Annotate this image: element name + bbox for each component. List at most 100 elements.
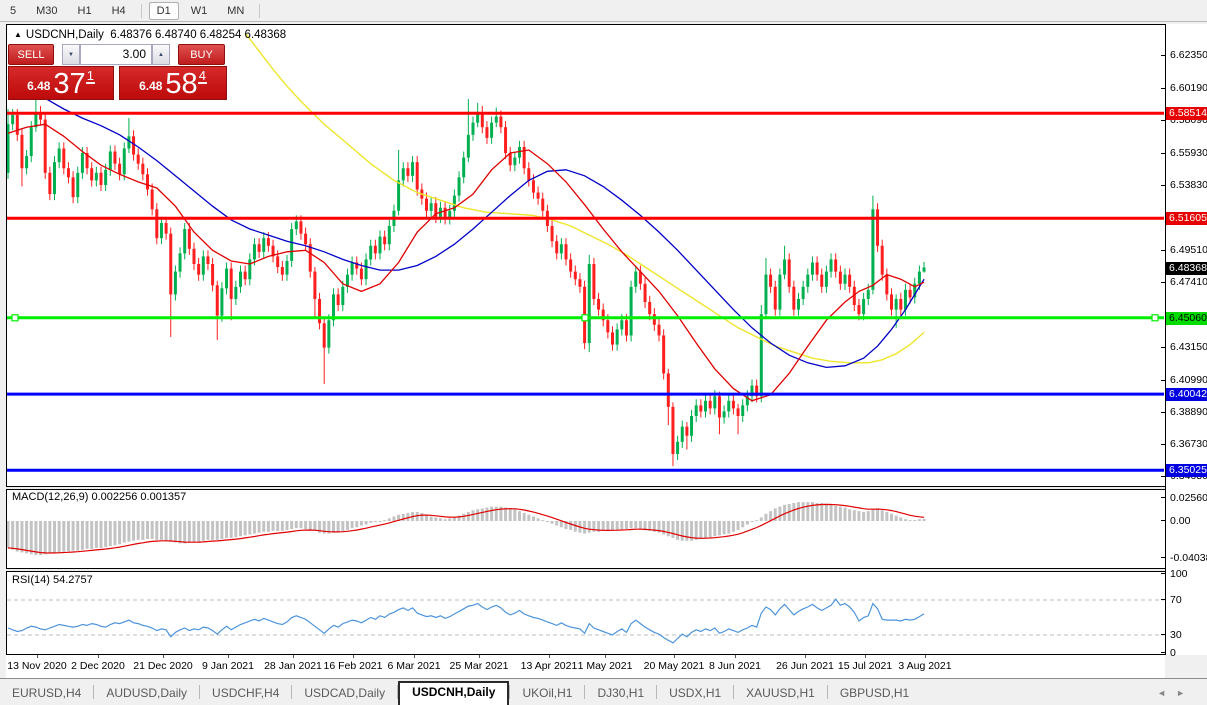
timeframe-button-d1[interactable]: D1 <box>149 2 179 20</box>
price-badge-6.40042: 6.40042 <box>1166 388 1207 401</box>
volume-increase-button[interactable]: ▲ <box>152 44 170 65</box>
tab-scroll-left-icon[interactable]: ◄ <box>1157 688 1176 698</box>
tab-audusd[interactable]: AUDUSD,Daily <box>94 683 199 705</box>
timeframe-button-w1[interactable]: W1 <box>183 2 216 20</box>
buy-price-sup: 4 <box>198 70 207 84</box>
date-tick-mark <box>293 655 294 658</box>
timeframe-button-h1[interactable]: H1 <box>70 2 100 20</box>
price-tick-mark <box>1161 153 1165 154</box>
rsi-tick-mark <box>1161 634 1165 635</box>
date-tick-mark <box>549 655 550 658</box>
date-label: 26 Jun 2021 <box>776 660 834 672</box>
one-click-trading-panel: SELL ▼ 3.00 ▲ BUY 6.48 37 1 6.48 58 4 <box>8 44 227 100</box>
timeframe-button-mn[interactable]: MN <box>219 2 252 20</box>
date-tick-mark <box>865 655 866 658</box>
price-tick-mark <box>1161 476 1165 477</box>
price-tick-mark <box>1161 120 1165 121</box>
candles <box>7 99 926 466</box>
tab-dj30[interactable]: DJ30,H1 <box>585 683 656 705</box>
date-tick-mark <box>98 655 99 658</box>
price-badge-6.48368: 6.48368 <box>1166 262 1207 275</box>
mt4-terminal: { "toolbar": { "buttons": [ {"label":"5"… <box>0 0 1207 705</box>
date-tick-mark <box>37 655 38 658</box>
price-badge-6.58514: 6.58514 <box>1166 107 1207 120</box>
price-tick-label: 6.62350 <box>1170 49 1207 61</box>
price-tick-label: 6.36730 <box>1170 438 1207 450</box>
date-tick-mark <box>479 655 480 658</box>
ma-medium-blue <box>8 77 924 367</box>
price-tick-label: 6.55930 <box>1170 147 1207 159</box>
date-tick-mark <box>163 655 164 658</box>
price-tick-label: 6.53830 <box>1170 179 1207 191</box>
date-label: 6 Mar 2021 <box>387 660 440 672</box>
tab-eurusd[interactable]: EURUSD,H4 <box>0 683 93 705</box>
chart-title: ▲USDCNH,Daily 6.48376 6.48740 6.48254 6.… <box>14 29 286 41</box>
volume-input[interactable]: 3.00 <box>80 44 152 65</box>
tab-usdcnh[interactable]: USDCNH,Daily <box>398 681 509 705</box>
macd-axis-label: -0.04038 <box>1170 552 1207 564</box>
price-tick-label: 6.43150 <box>1170 341 1207 353</box>
price-tick-mark <box>1161 250 1165 251</box>
rsi-axis-label: 30 <box>1170 629 1182 641</box>
timeframe-button-h4[interactable]: H4 <box>104 2 134 20</box>
ma-fast-red <box>8 124 924 401</box>
hline-handle[interactable] <box>1152 315 1158 321</box>
sell-button[interactable]: SELL <box>8 44 54 65</box>
tab-scroll-arrows: ◄► <box>1157 688 1195 698</box>
price-badge-6.35025: 6.35025 <box>1166 464 1207 477</box>
timeframe-toolbar: 5M30 H1H4 D1W1MN <box>0 0 1207 22</box>
rsi-tick-mark <box>1161 652 1165 653</box>
buy-price-small: 6.48 <box>139 75 162 97</box>
date-label: 16 Feb 2021 <box>324 660 383 672</box>
date-label: 13 Apr 2021 <box>521 660 578 672</box>
spacer <box>170 44 178 65</box>
macd-label: MACD(12,26,9) 0.002256 0.001357 <box>12 491 186 503</box>
macd-histogram <box>7 502 926 555</box>
date-tick-mark <box>925 655 926 658</box>
rsi-axis-label: 70 <box>1170 594 1182 606</box>
tab-scroll-right-icon[interactable]: ► <box>1176 688 1195 698</box>
sell-price-box[interactable]: 6.48 37 1 <box>8 66 114 100</box>
price-tick-mark <box>1161 444 1165 445</box>
date-tick-mark <box>228 655 229 658</box>
macd-tick-mark <box>1161 520 1165 521</box>
hline-handle[interactable] <box>582 315 588 321</box>
sell-price-small: 6.48 <box>27 75 50 97</box>
tab-usdcad[interactable]: USDCAD,Daily <box>292 683 397 705</box>
date-label: 8 Jun 2021 <box>709 660 761 672</box>
date-axis: 13 Nov 20202 Dec 202021 Dec 20209 Jan 20… <box>6 655 1165 678</box>
hline-handle[interactable] <box>12 315 18 321</box>
macd-axis-label: 0.00 <box>1170 515 1190 527</box>
rsi-axis-label: 100 <box>1170 568 1188 580</box>
tab-usdchf[interactable]: USDCHF,H4 <box>200 683 291 705</box>
date-label: 20 May 2021 <box>644 660 705 672</box>
price-tick-mark <box>1161 412 1165 413</box>
timeframe-button-m30[interactable]: M30 <box>28 2 65 20</box>
price-tick-label: 6.49510 <box>1170 244 1207 256</box>
price-tick-mark <box>1161 185 1165 186</box>
tab-ukoil[interactable]: UKOil,H1 <box>510 683 584 705</box>
date-label: 9 Jan 2021 <box>202 660 254 672</box>
date-label: 28 Jan 2021 <box>264 660 322 672</box>
up-arrow-icon: ▲ <box>158 52 164 58</box>
tab-gbpusd[interactable]: GBPUSD,H1 <box>828 683 921 705</box>
buy-price-big: 58 <box>165 71 197 97</box>
date-tick-mark <box>414 655 415 658</box>
timeframe-button-5[interactable]: 5 <box>2 2 24 20</box>
rsi-label: RSI(14) 54.2757 <box>12 574 93 586</box>
date-tick-mark <box>674 655 675 658</box>
volume-decrease-button[interactable]: ▼ <box>62 44 80 65</box>
date-tick-mark <box>735 655 736 658</box>
date-tick-mark <box>353 655 354 658</box>
tab-usdx[interactable]: USDX,H1 <box>657 683 733 705</box>
price-tick-label: 6.40990 <box>1170 374 1207 386</box>
chart-tab-bar: EURUSD,H4AUDUSD,DailyUSDCHF,H4USDCAD,Dai… <box>0 678 1207 705</box>
toolbar-separator <box>259 4 260 18</box>
buy-button[interactable]: BUY <box>178 44 225 65</box>
expand-triangle-icon[interactable]: ▲ <box>14 30 22 39</box>
price-badge-6.45060: 6.45060 <box>1166 312 1207 325</box>
price-tick-mark <box>1161 282 1165 283</box>
buy-price-box[interactable]: 6.48 58 4 <box>119 66 227 100</box>
rsi-axis-label: 0 <box>1170 647 1176 659</box>
tab-xauusd[interactable]: XAUUSD,H1 <box>734 683 827 705</box>
